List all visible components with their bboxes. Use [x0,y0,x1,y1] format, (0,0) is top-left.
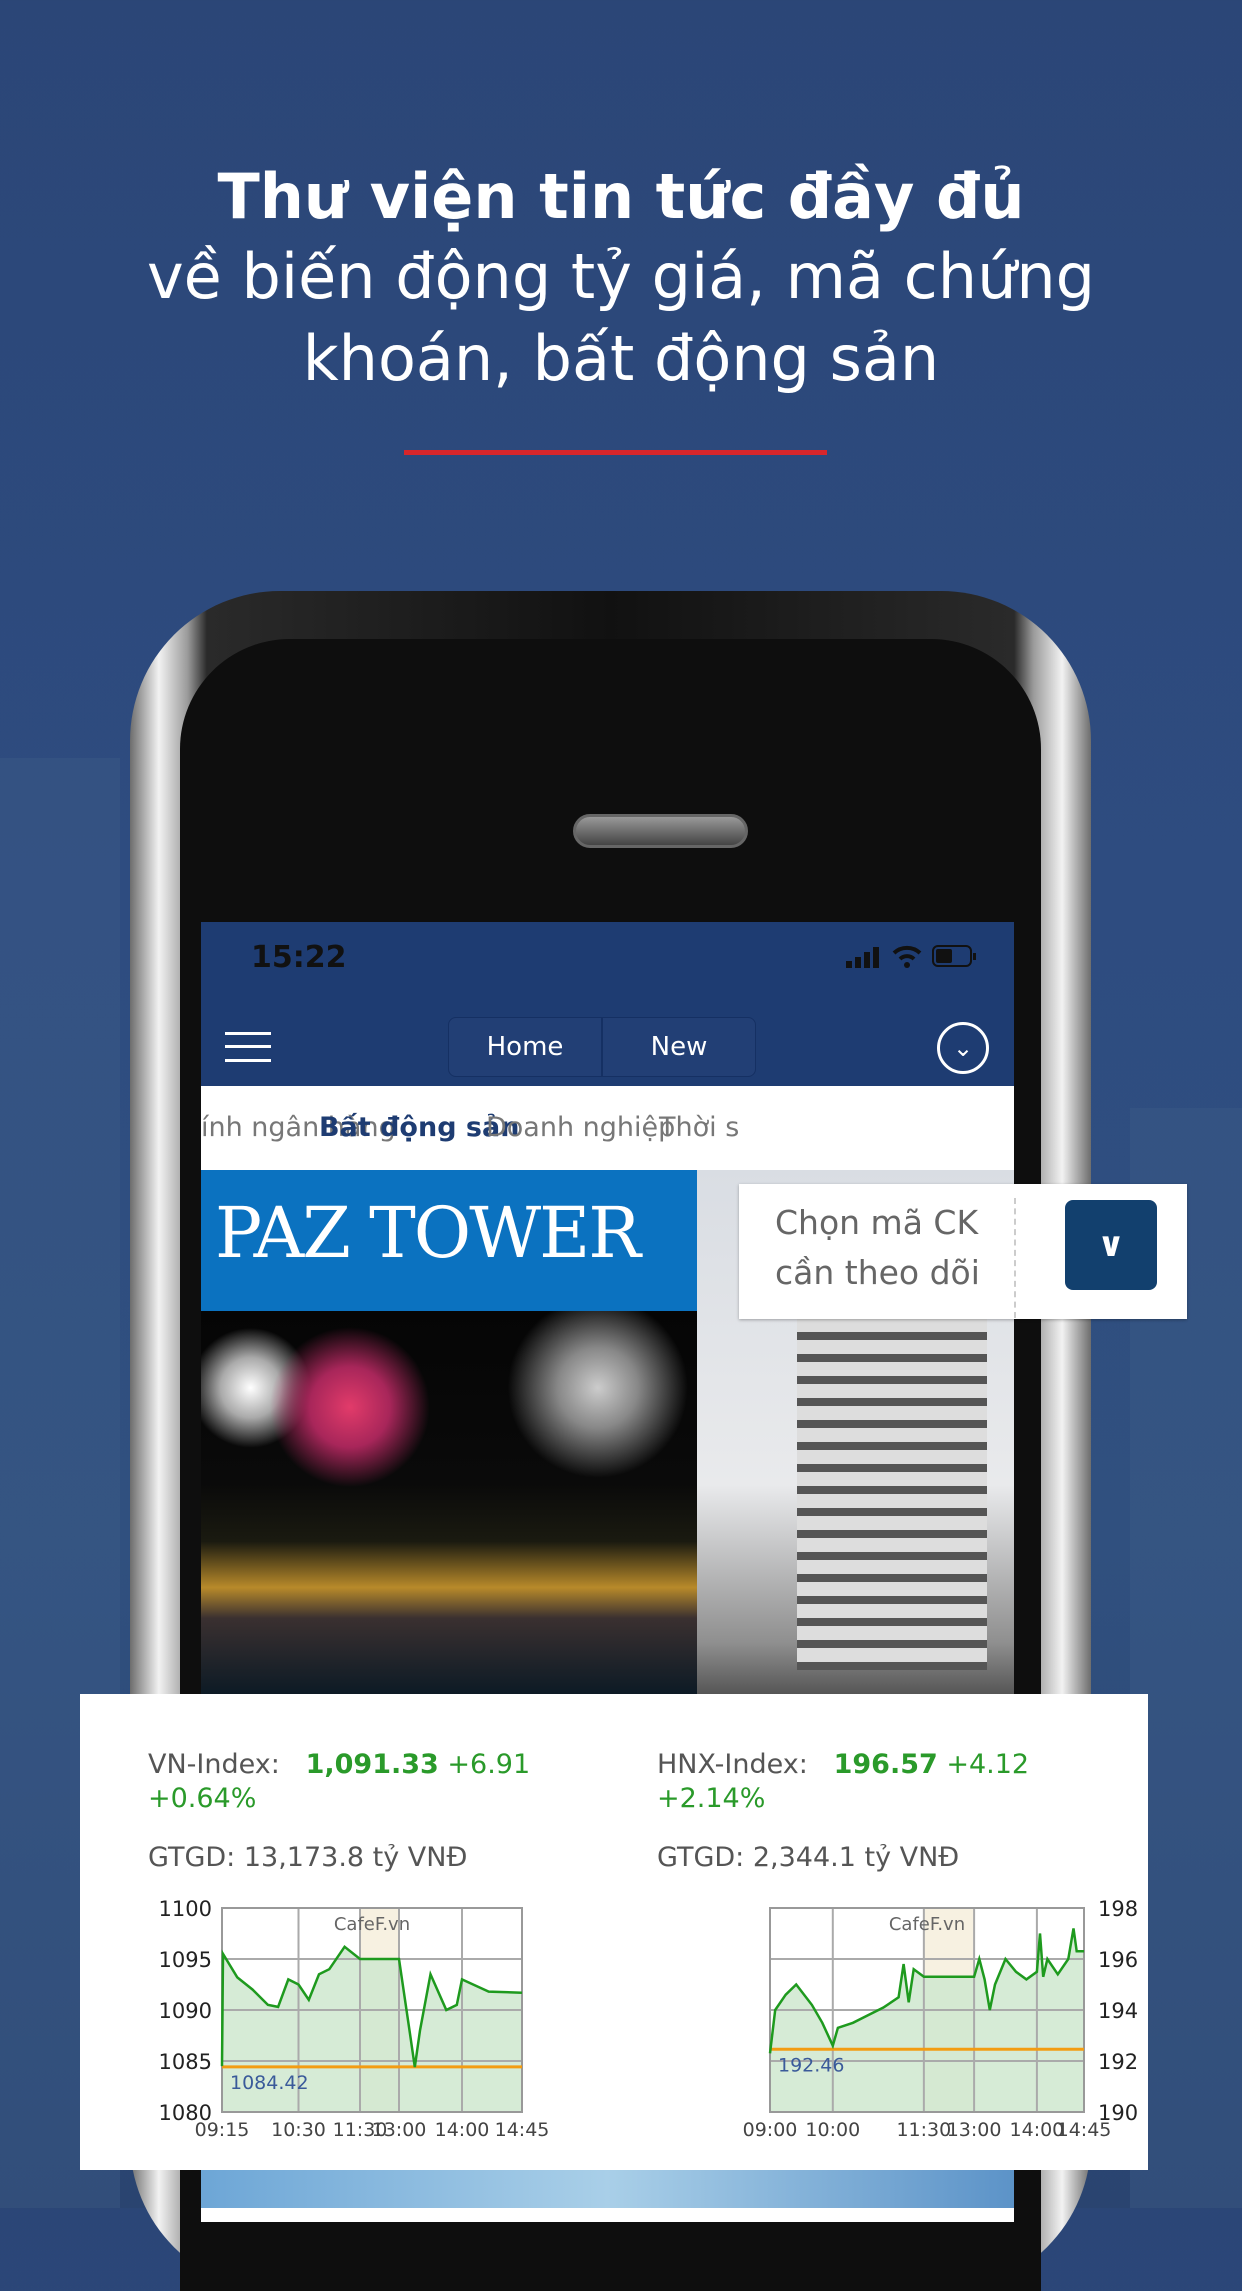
x-tick-label: 10:00 [805,2119,860,2141]
speaker-grille [573,814,748,848]
segment-new[interactable]: New [603,1018,755,1076]
index-change: +4.12 [946,1749,1029,1780]
reference-label: 192.46 [778,2054,844,2076]
hnx-index-chart: 09:0010:0011:3013:0014:0014:451981961941… [614,1889,1148,2170]
x-tick-label: 14:45 [495,2119,550,2141]
reference-label: 1084.42 [230,2072,309,2094]
vn-index-chart: 09:1510:3011:3013:0014:0014:451100109510… [80,1889,614,2170]
status-bar: 15:22 [201,922,1014,1008]
index-value: 1,091.33 [306,1749,439,1780]
y-tick-label: 198 [1098,1897,1138,1921]
headline-subtitle-line2: khoán, bất động sản [0,322,1242,395]
x-tick-label: 11:30 [896,2119,951,2141]
y-tick-label: 192 [1098,2050,1138,2074]
category-tabs: ính ngân hàng Bất động sản Doanh nghiệp … [201,1086,1014,1170]
index-percent: +2.14% [657,1783,765,1814]
hamburger-icon[interactable] [225,1032,271,1062]
vn-index-summary: VN-Index: 1,091.33 +6.91 +0.64% [148,1748,548,1816]
accent-divider [404,450,827,455]
y-tick-label: 1090 [159,1999,212,2023]
placeholder-line1: Chọn mã CK [775,1198,980,1248]
top-navbar: Home New ⌄ [201,1008,1014,1086]
placeholder-line2: cần theo dõi [775,1248,980,1298]
y-tick-label: 1085 [159,2050,212,2074]
index-value: 196.57 [834,1749,938,1780]
x-tick-label: 13:00 [947,2119,1002,2141]
paz-tower-banner: PAZ TOWER [201,1170,697,1311]
index-change: +6.91 [447,1749,530,1780]
y-tick-label: 190 [1098,2101,1138,2125]
battery-icon [932,944,978,968]
x-tick-label: 10:30 [271,2119,326,2141]
watermark: CafeF.vn [889,1914,965,1935]
chevron-down-icon[interactable]: ∨ [1065,1200,1157,1290]
y-tick-label: 1080 [159,2101,212,2125]
x-tick-label: 14:00 [435,2119,490,2141]
tower-illustration [797,1310,987,1670]
headline-subtitle-line1: về biến động tỷ giá, mã chứng [0,240,1242,313]
headline-title: Thư viện tin tức đầy đủ [0,160,1242,233]
segment-home[interactable]: Home [449,1018,603,1076]
trading-value: GTGD: 13,173.8 tỷ VNĐ [148,1842,467,1873]
segmented-control: Home New [448,1017,756,1077]
fireworks-photo [201,1311,697,1695]
watermark: CafeF.vn [334,1914,410,1935]
signal-icon [846,946,882,968]
stock-picker-dropdown[interactable]: Chọn mã CK cần theo dõi ∨ [739,1184,1187,1319]
x-tick-label: 09:00 [743,2119,798,2141]
y-tick-label: 194 [1098,1999,1138,2023]
index-percent: +0.64% [148,1783,256,1814]
y-tick-label: 1100 [159,1897,212,1921]
stock-picker-placeholder: Chọn mã CK cần theo dõi [775,1198,1016,1318]
status-time: 15:22 [251,940,347,975]
next-image-preview [201,2170,1014,2208]
index-name: VN-Index: [148,1749,280,1780]
x-tick-label: 13:00 [372,2119,427,2141]
y-tick-label: 1095 [159,1948,212,1972]
index-name: HNX-Index: [657,1749,808,1780]
hnx-index-summary: HNX-Index: 196.57 +4.12 +2.14% [657,1748,1077,1816]
y-tick-label: 196 [1098,1948,1138,1972]
chevron-down-circle-icon[interactable]: ⌄ [937,1022,989,1074]
tab-thoi-su[interactable]: Thời s [659,1112,739,1143]
trading-value: GTGD: 2,344.1 tỷ VNĐ [657,1842,959,1873]
wifi-icon [892,944,922,968]
tab-doanh-nghiep[interactable]: Doanh nghiệp [486,1112,675,1143]
market-index-card: VN-Index: 1,091.33 +6.91 +0.64% GTGD: 13… [80,1694,1148,2170]
